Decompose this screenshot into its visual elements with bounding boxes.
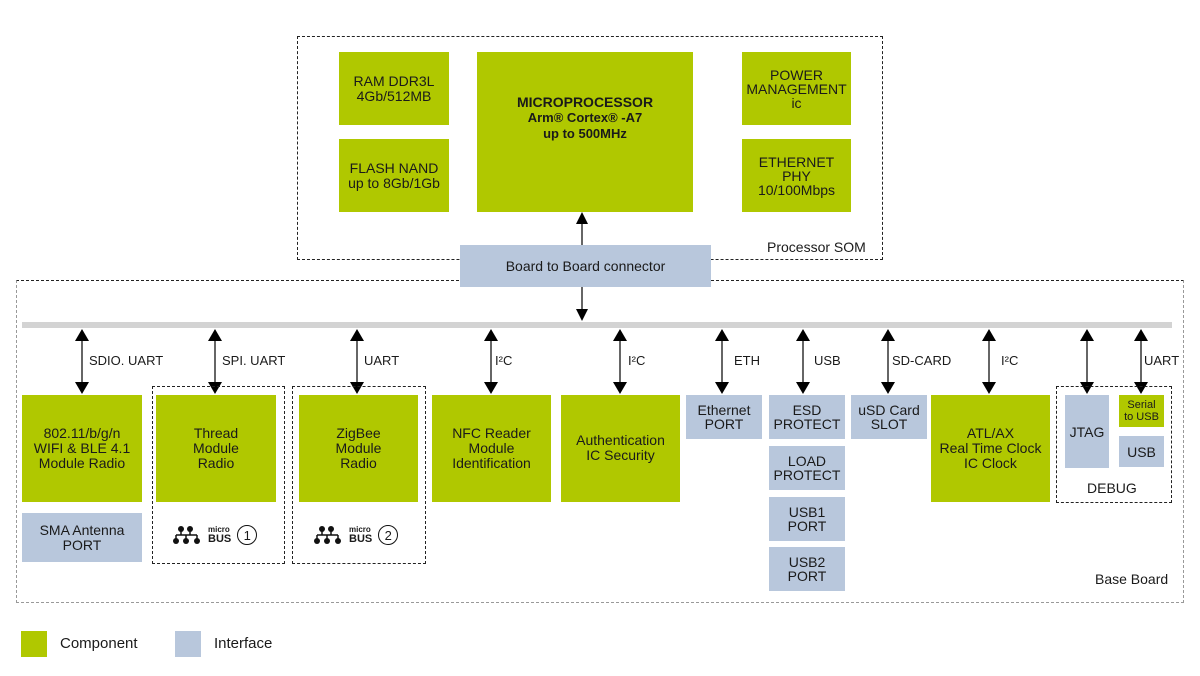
legend-swatch-component	[21, 631, 47, 657]
ethernet-port: Ethernet PORT	[686, 395, 762, 439]
arrow-head-down-eth	[715, 382, 729, 394]
microbus-badge-2: micro BUS 2	[313, 524, 399, 545]
slot-number-1: 1	[237, 525, 258, 545]
usb2-port: USB2 PORT	[769, 547, 845, 591]
serial-to-usb-block: Serial to USB	[1119, 395, 1164, 427]
wifi-ble-module-block: 802.11/b/g/n WIFI & BLE 4.1 Module Radio	[22, 395, 142, 502]
slot-number-2: 2	[378, 525, 399, 545]
arrow-head-up-zigbee	[350, 329, 364, 341]
arrow-head-down-nfc	[484, 382, 498, 394]
link-label-thread: SPI. UART	[222, 353, 286, 368]
link-label-usb: USB	[814, 353, 841, 368]
authentication-ic-block: Authentication IC Security	[561, 395, 680, 502]
jtag-port: JTAG	[1065, 395, 1109, 468]
microbus-badge-1: micro BUS 1	[172, 524, 258, 545]
legend-label-interface: Interface	[214, 635, 273, 652]
esd-protect: ESD PROTECT	[769, 395, 845, 439]
arrow-head-up-wifi	[75, 329, 89, 341]
arrow-head-up-debug-uart	[1134, 329, 1148, 341]
arrow-head-down-usb	[796, 382, 810, 394]
connection-arrows	[75, 212, 1148, 394]
arrow-head-bus	[576, 309, 588, 321]
thread-module-block: Thread Module Radio	[156, 395, 276, 502]
sma-antenna-port: SMA Antenna PORT	[22, 513, 142, 562]
debug-usb-port: USB	[1119, 436, 1164, 467]
load-protect: LOAD PROTECT	[769, 446, 845, 490]
arrow-head-up-usb	[796, 329, 810, 341]
arrow-head-down-wifi	[75, 382, 89, 394]
link-label-sdcard: SD-CARD	[892, 353, 952, 368]
link-label-wifi: SDIO. UART	[89, 353, 164, 368]
link-label-eth: ETH	[734, 353, 760, 368]
microbus-logo: micro BUS	[349, 524, 373, 545]
link-label-nfc: I²C	[495, 353, 513, 368]
legend-swatch-interface	[175, 631, 201, 657]
arrow-head-up-auth	[613, 329, 627, 341]
nfc-reader-block: NFC Reader Module Identification	[432, 395, 551, 502]
legend-label-component: Component	[60, 635, 138, 652]
usb1-port: USB1 PORT	[769, 497, 845, 541]
microbus-network-icon	[173, 526, 200, 544]
arrow-head-up-rtc	[982, 329, 996, 341]
arrow-head-down-auth	[613, 382, 627, 394]
arrow-head-down-rtc	[982, 382, 996, 394]
link-label-rtc: I²C	[1001, 353, 1019, 368]
microbus-logo: micro BUS	[208, 524, 232, 545]
arrow-head-up-jtag	[1080, 329, 1094, 341]
link-label-auth: I²C	[628, 353, 646, 368]
link-label-debug-uart: UART	[1144, 353, 1180, 368]
arrow-head-up-eth	[715, 329, 729, 341]
link-label-zigbee: UART	[364, 353, 400, 368]
microbus-network-icon	[314, 526, 341, 544]
real-time-clock-block: ATL/AX Real Time Clock IC Clock	[931, 395, 1050, 502]
arrow-head-up-sdcard	[881, 329, 895, 341]
usd-card-slot: uSD Card SLOT	[851, 395, 927, 439]
arrow-head-down-sdcard	[881, 382, 895, 394]
zigbee-module-block: ZigBee Module Radio	[299, 395, 418, 502]
arrow-head-up-nfc	[484, 329, 498, 341]
arrow-head-mcu	[576, 212, 588, 224]
arrow-head-up-thread	[208, 329, 222, 341]
debug-title: DEBUG	[1087, 480, 1137, 496]
